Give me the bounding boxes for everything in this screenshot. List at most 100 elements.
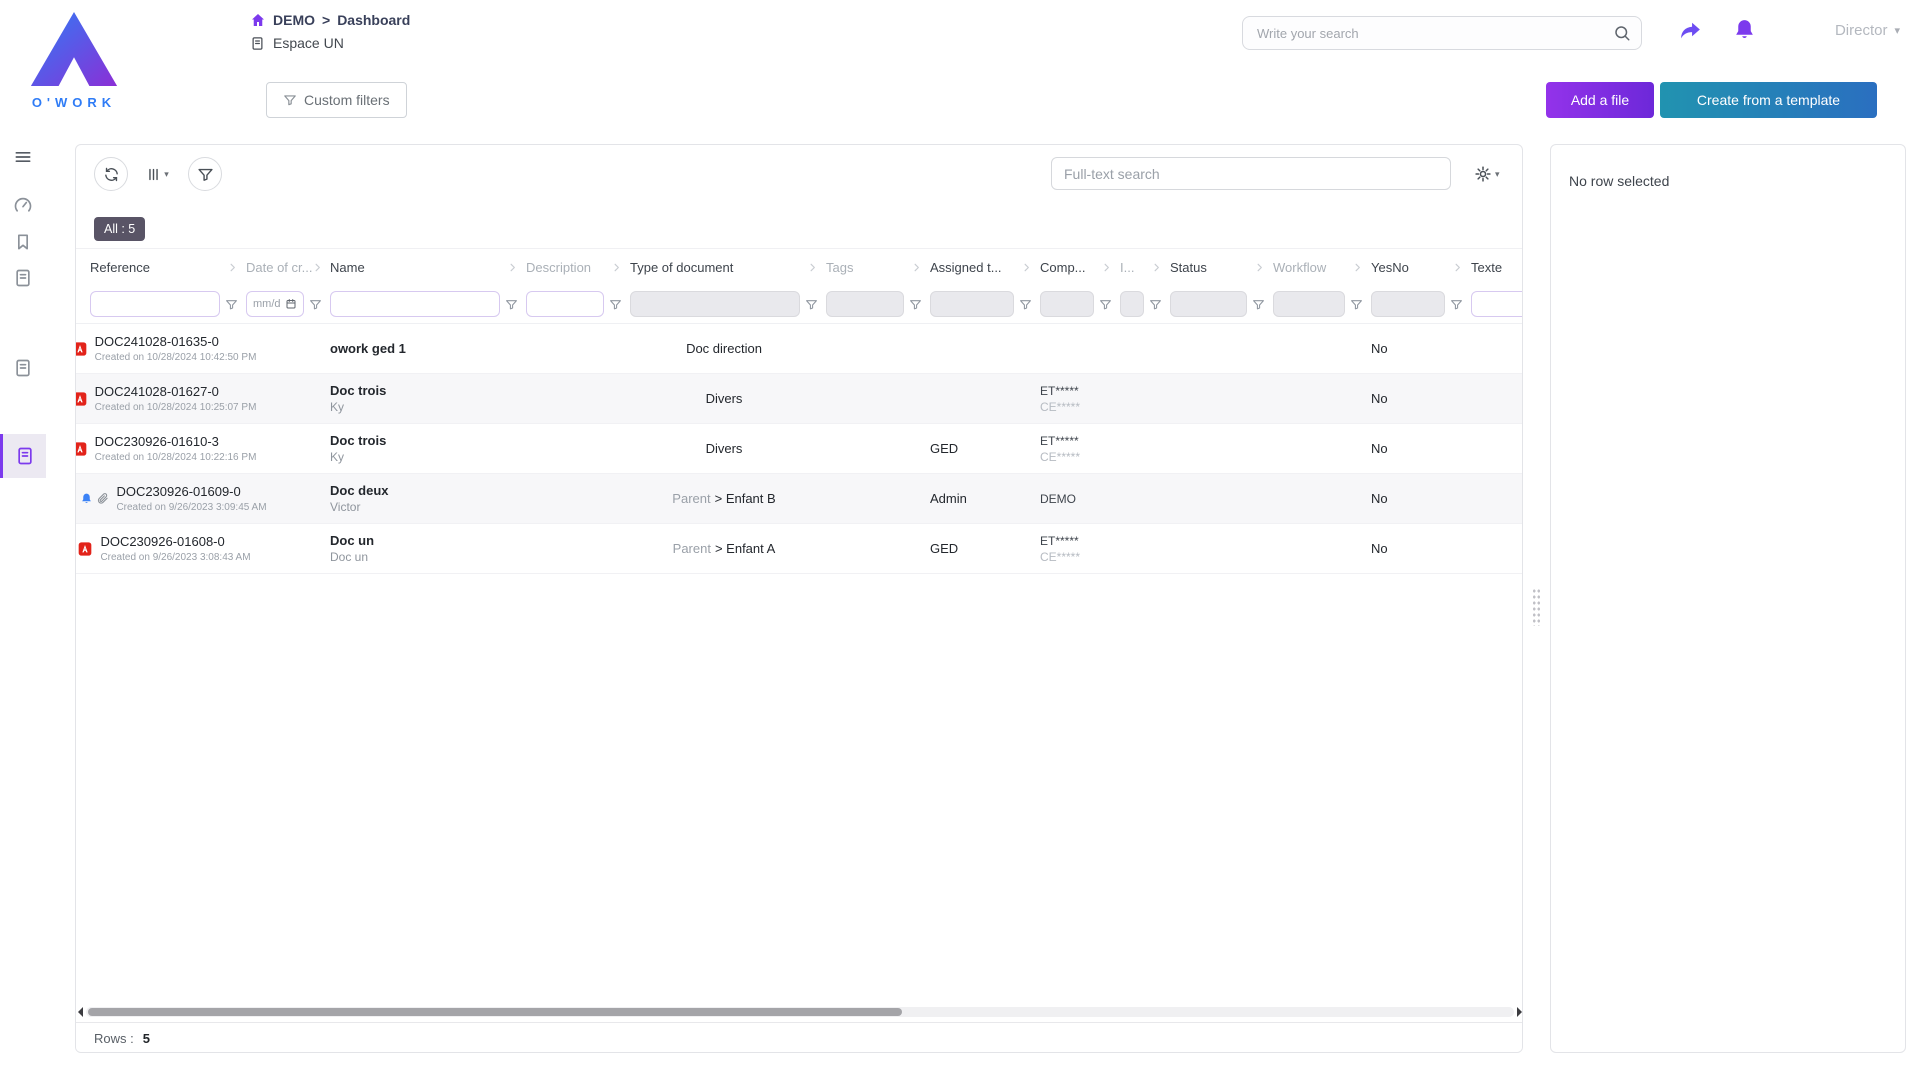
fulltext-search-input[interactable]: [1064, 166, 1438, 182]
column-header-status[interactable]: Status: [1166, 249, 1269, 285]
breadcrumb-root[interactable]: DEMO: [273, 12, 315, 28]
filter-funnel-icon[interactable]: [225, 298, 238, 311]
global-search[interactable]: [1242, 16, 1642, 50]
document-name: Doc un: [330, 533, 518, 548]
horizontal-scrollbar[interactable]: [78, 1006, 1522, 1018]
type-plain: Divers: [706, 391, 743, 406]
column-filter-input-assigned-to: [930, 291, 1014, 317]
tab-all[interactable]: All : 5: [94, 217, 145, 241]
custom-filters-button[interactable]: Custom filters: [266, 82, 407, 118]
dashboard-icon[interactable]: [13, 195, 33, 215]
filter-funnel-icon[interactable]: [1149, 298, 1162, 311]
column-filter-input-reference[interactable]: [90, 291, 220, 317]
column-label: Texte: [1471, 260, 1502, 275]
bookmarks-icon[interactable]: [13, 232, 33, 252]
cell-type-of-document: Parent> Enfant A: [626, 524, 822, 573]
filter-funnel-icon[interactable]: [1450, 298, 1463, 311]
column-header-description[interactable]: Description: [522, 249, 626, 285]
column-header-assigned-to[interactable]: Assigned t...: [926, 249, 1036, 285]
column-chevron-icon[interactable]: [507, 262, 518, 273]
cell-assigned-to: [926, 374, 1036, 423]
column-chevron-icon[interactable]: [1101, 262, 1112, 273]
column-chevron-icon[interactable]: [1021, 262, 1032, 273]
refresh-button[interactable]: [94, 157, 128, 191]
panel-resize-handle[interactable]: [1532, 588, 1541, 626]
column-filter-input-texte[interactable]: [1471, 291, 1522, 317]
column-header-type-of-document[interactable]: Type of document: [626, 249, 822, 285]
table-row[interactable]: DOC230926-01608-0Created on 9/26/2023 3:…: [76, 524, 1522, 574]
column-filter-input-description[interactable]: [526, 291, 604, 317]
brand-logo[interactable]: O'WORK: [14, 10, 134, 110]
column-header-tags[interactable]: Tags: [822, 249, 926, 285]
filter-funnel-icon[interactable]: [505, 298, 518, 311]
custom-filters-label: Custom filters: [304, 92, 390, 108]
pdf-icon: [77, 541, 93, 557]
cell-date-of-creation: [242, 374, 326, 423]
column-chevron-icon[interactable]: [611, 262, 622, 273]
filter-funnel-icon[interactable]: [309, 298, 322, 311]
cell-date-of-creation: [242, 324, 326, 373]
add-file-button[interactable]: Add a file: [1546, 82, 1654, 118]
column-chevron-icon[interactable]: [1254, 262, 1265, 273]
date-filter-input[interactable]: mm/d: [246, 291, 304, 317]
column-chevron-icon[interactable]: [1352, 262, 1363, 273]
filter-funnel-icon[interactable]: [1350, 298, 1363, 311]
column-chevron-icon[interactable]: [312, 262, 323, 273]
column-header-i[interactable]: I...: [1116, 249, 1166, 285]
column-header-reference[interactable]: Reference: [86, 249, 242, 285]
settings-button[interactable]: ▾: [1474, 159, 1500, 189]
column-chevron-icon[interactable]: [227, 262, 238, 273]
filter-funnel-icon[interactable]: [909, 298, 922, 311]
column-chevron-icon[interactable]: [807, 262, 818, 273]
column-chevron-icon[interactable]: [1151, 262, 1162, 273]
create-template-button[interactable]: Create from a template: [1660, 82, 1877, 118]
scrollbar-track[interactable]: [86, 1007, 1514, 1017]
column-header-yesno[interactable]: YesNo: [1367, 249, 1467, 285]
logo-mountain-icon: [26, 10, 122, 88]
table-row[interactable]: DOC230926-01610-3Created on 10/28/2024 1…: [76, 424, 1522, 474]
fulltext-search[interactable]: [1051, 157, 1451, 190]
user-role-dropdown[interactable]: Director ▾: [1835, 22, 1900, 39]
type-child: > Enfant B: [715, 491, 776, 506]
column-header-date-of-creation[interactable]: Date of cr...: [242, 249, 326, 285]
company-line1: ET*****: [1040, 384, 1112, 398]
filter-funnel-icon[interactable]: [1019, 298, 1032, 311]
table-row[interactable]: DOC241028-01635-0Created on 10/28/2024 1…: [76, 324, 1522, 374]
sidebar-item-active-documents[interactable]: [0, 434, 46, 478]
filter-funnel-icon[interactable]: [805, 298, 818, 311]
scrollbar-thumb[interactable]: [88, 1008, 902, 1016]
column-header-name[interactable]: Name: [326, 249, 522, 285]
table-row[interactable]: DOC241028-01627-0Created on 10/28/2024 1…: [76, 374, 1522, 424]
calendar-icon[interactable]: [285, 298, 297, 310]
global-search-input[interactable]: [1257, 26, 1613, 41]
home-icon[interactable]: [250, 12, 266, 28]
column-chevron-icon[interactable]: [1452, 262, 1463, 273]
columns-button[interactable]: ▾: [140, 157, 174, 191]
column-header-texte[interactable]: Texte: [1467, 249, 1522, 285]
filter-funnel-icon[interactable]: [609, 298, 622, 311]
search-icon[interactable]: [1613, 24, 1631, 42]
archive-documents-icon[interactable]: [13, 358, 33, 378]
column-header-workflow[interactable]: Workflow: [1269, 249, 1367, 285]
documents-icon[interactable]: [13, 268, 33, 288]
scroll-left-icon[interactable]: [78, 1007, 83, 1017]
column-filter-input-name[interactable]: [330, 291, 500, 317]
table-row[interactable]: DOC230926-01609-0Created on 9/26/2023 3:…: [76, 474, 1522, 524]
scroll-right-icon[interactable]: [1517, 1007, 1522, 1017]
filter-button[interactable]: [188, 157, 222, 191]
breadcrumb-current[interactable]: Dashboard: [337, 12, 410, 28]
column-label: Assigned t...: [930, 260, 1002, 275]
column-label: Tags: [826, 260, 853, 275]
filter-cell-yesno: [1367, 291, 1467, 317]
notifications-bell-icon[interactable]: [1732, 17, 1757, 42]
menu-icon[interactable]: [13, 147, 33, 167]
share-icon[interactable]: [1678, 18, 1703, 43]
pdf-icon: [76, 341, 88, 357]
filter-cell-company: [1036, 291, 1116, 317]
column-header-company[interactable]: Comp...: [1036, 249, 1116, 285]
filter-funnel-icon[interactable]: [1099, 298, 1112, 311]
created-date: Created on 10/28/2024 10:22:16 PM: [95, 452, 257, 463]
column-chevron-icon[interactable]: [911, 262, 922, 273]
filter-funnel-icon[interactable]: [1252, 298, 1265, 311]
row-icons: [76, 491, 109, 507]
